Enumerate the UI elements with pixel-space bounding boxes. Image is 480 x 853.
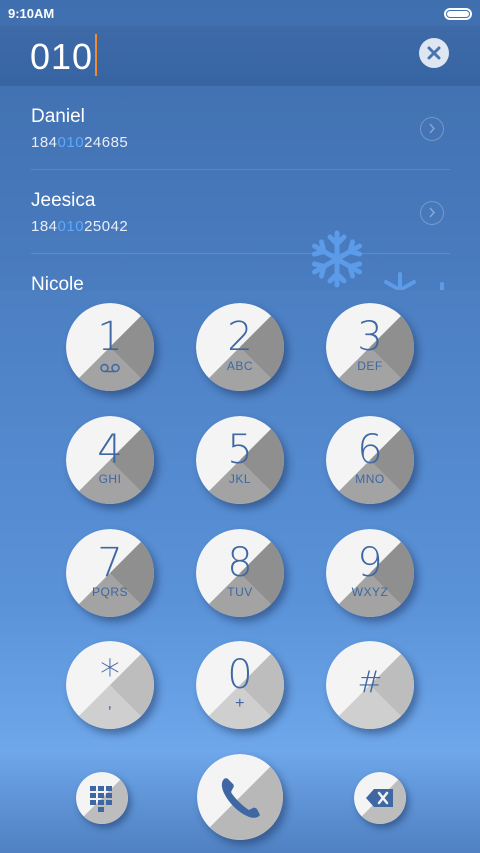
key-letters: MNO — [355, 472, 385, 486]
contact-row[interactable]: Daniel 18401024685 — [0, 86, 480, 170]
close-icon — [427, 46, 441, 60]
status-time: 9:10AM — [8, 6, 55, 21]
dial-entry-bar: 010 — [0, 26, 480, 86]
backspace-button[interactable] — [354, 772, 406, 824]
battery-icon — [444, 8, 472, 20]
key-4[interactable]: 4 GHI — [66, 416, 154, 504]
dialpad-toggle-button[interactable] — [76, 772, 128, 824]
key-letters: WXYZ — [351, 585, 389, 599]
chevron-right-icon — [429, 123, 436, 134]
key-9[interactable]: 9 WXYZ — [326, 529, 414, 617]
key-6[interactable]: 6 MNO — [326, 416, 414, 504]
contact-detail-button[interactable] — [420, 117, 444, 141]
contact-row[interactable]: Jeesica 18401025042 — [0, 170, 480, 254]
contact-detail-button[interactable] — [420, 201, 444, 225]
key-1[interactable]: 1 — [66, 303, 154, 391]
key-letters: GHI — [98, 472, 122, 486]
snowflake-icon — [440, 282, 444, 290]
key-digit: 2 — [227, 314, 253, 360]
key-hash[interactable]: # — [326, 641, 414, 729]
contact-name: Jeesica — [31, 190, 96, 211]
key-letters: PQRS — [91, 585, 128, 599]
dialed-number: 010 — [30, 36, 94, 77]
key-digit: 1 — [97, 314, 123, 360]
key-digit: # — [357, 665, 383, 700]
text-cursor — [95, 34, 98, 76]
dialed-number-field[interactable]: 010 — [30, 34, 98, 78]
key-digit: 5 — [227, 427, 253, 473]
key-digit: 8 — [227, 540, 253, 586]
key-letters: , — [107, 695, 113, 712]
key-letters: TUV — [227, 585, 253, 599]
key-digit: 0 — [227, 652, 253, 698]
key-7[interactable]: 7 PQRS — [66, 529, 154, 617]
voicemail-icon — [100, 363, 120, 373]
key-digit: * — [100, 652, 120, 698]
key-digit: 9 — [357, 540, 383, 586]
key-digit: 4 — [97, 427, 123, 473]
contact-suggestion-list[interactable]: Daniel 18401024685 Jeesica 18401025042 N… — [0, 86, 480, 290]
chevron-right-icon — [429, 207, 436, 218]
snowflake-icon — [306, 230, 368, 290]
contact-name: Nicole — [31, 274, 84, 290]
key-letters: ABC — [226, 359, 254, 373]
key-3[interactable]: 3 DEF — [326, 303, 414, 391]
clear-button[interactable] — [419, 38, 449, 68]
key-digit: 7 — [97, 540, 123, 586]
key-letters: DEF — [357, 359, 383, 373]
key-letters: JKL — [228, 472, 252, 486]
key-8[interactable]: 8 TUV — [196, 529, 284, 617]
contact-phone: 18401024685 — [31, 134, 129, 151]
key-star[interactable]: * , — [66, 641, 154, 729]
key-2[interactable]: 2 ABC — [196, 303, 284, 391]
key-letters: + — [235, 695, 245, 712]
contact-name: Daniel — [31, 106, 85, 127]
key-digit: 6 — [357, 427, 383, 473]
snowflake-icon — [384, 272, 416, 290]
key-5[interactable]: 5 JKL — [196, 416, 284, 504]
key-0[interactable]: 0 + — [196, 641, 284, 729]
key-digit: 3 — [357, 314, 383, 360]
status-bar: 9:10AM — [0, 0, 480, 26]
contact-phone: 18401025042 — [31, 218, 129, 235]
call-button[interactable] — [197, 754, 283, 840]
